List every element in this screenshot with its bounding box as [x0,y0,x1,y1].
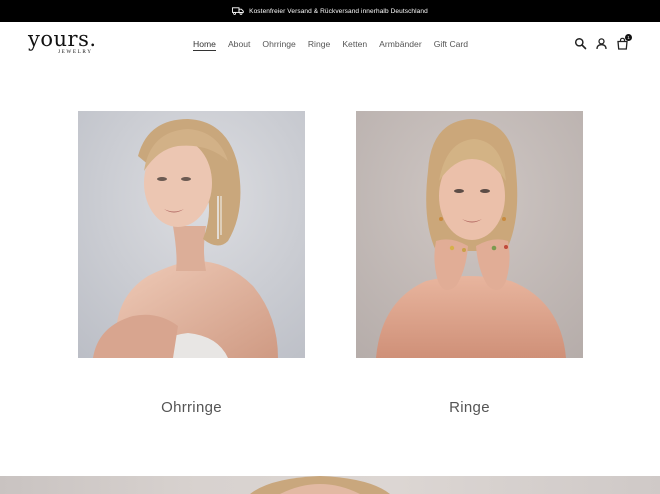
nav-item-home[interactable]: Home [193,38,216,51]
nav-item-about[interactable]: About [228,38,250,51]
account-icon[interactable] [595,37,608,50]
logo-link[interactable]: yours. JEWELRY [28,28,100,62]
nav-item-ketten[interactable]: Ketten [342,38,367,51]
main-nav: Home About Ohrringe Ringe Ketten Armbänd… [193,38,468,51]
header-icons: 1 [574,34,632,50]
cart-count-badge: 1 [625,34,632,41]
nav-item-ringe[interactable]: Ringe [308,38,330,51]
collection-title-ringe[interactable]: Ringe [356,399,583,416]
model-with-rings-photo [356,111,583,358]
search-icon[interactable] [574,37,587,50]
announcement-bar: Kostenfreier Versand & Rückversand inner… [0,0,660,22]
model-with-earrings-photo [78,111,305,358]
collection-image-ohrringe[interactable] [78,111,305,358]
collection-card-ohrringe[interactable]: Ohrringe [78,111,305,416]
site-header: yours. JEWELRY Home About Ohrringe Ringe… [0,22,660,66]
collection-card-ringe[interactable]: Ringe [356,111,583,416]
hero-banner-image [0,476,660,494]
collection-title-ohrringe[interactable]: Ohrringe [78,399,305,416]
nav-item-gift-card[interactable]: Gift Card [434,38,468,51]
nav-item-armbaender[interactable]: Armbänder [379,38,422,51]
logo-subtitle: JEWELRY [58,49,93,55]
logo-wordmark: yours. [28,27,97,51]
collection-image-ringe[interactable] [356,111,583,358]
cart-icon[interactable]: 1 [616,34,632,50]
nav-item-ohrringe[interactable]: Ohrringe [262,38,295,51]
announcement-text: Kostenfreier Versand & Rückversand inner… [249,7,428,15]
truck-icon [232,7,244,15]
